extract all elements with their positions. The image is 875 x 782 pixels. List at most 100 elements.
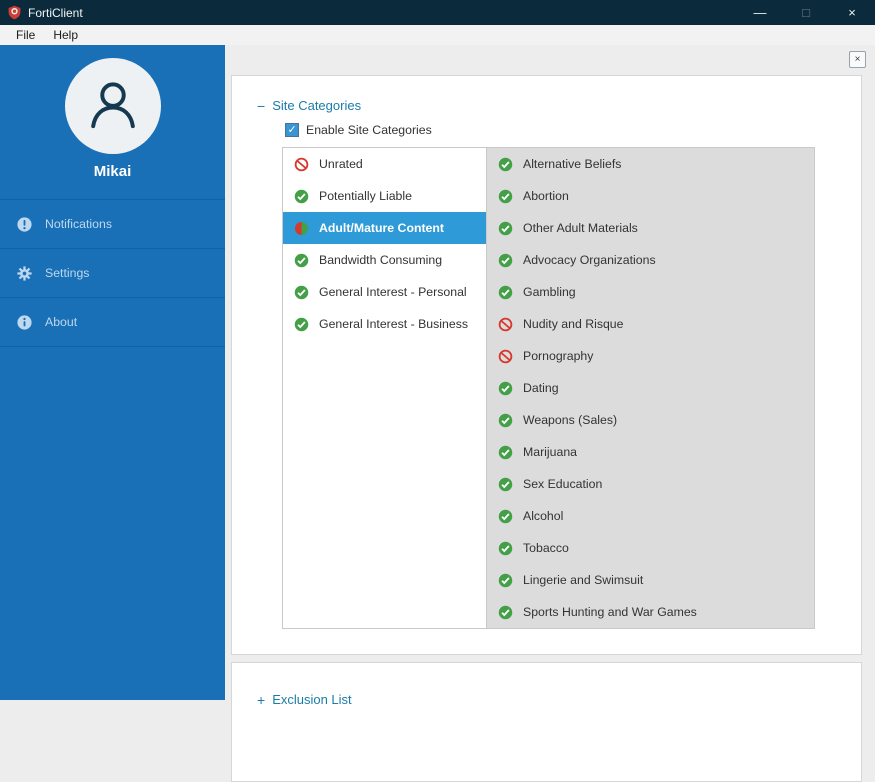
subcategory-item-marijuana[interactable]: Marijuana (487, 436, 814, 468)
subcategory-item-abortion[interactable]: Abortion (487, 180, 814, 212)
close-button[interactable]: × (829, 0, 875, 25)
allowed-icon (294, 285, 309, 300)
row-label: Adult/Mature Content (319, 221, 444, 235)
row-label: Tobacco (523, 541, 569, 555)
sidebar-nav-utility: Notifications Settings About (0, 199, 225, 347)
allowed-icon (498, 381, 513, 396)
allowed-icon (498, 509, 513, 524)
subcategory-item-advocacy-organizations[interactable]: Advocacy Organizations (487, 244, 814, 276)
allowed-icon (498, 541, 513, 556)
row-label: Nudity and Risque (523, 317, 623, 331)
subcategory-item-lingerie-and-swimsuit[interactable]: Lingerie and Swimsuit (487, 564, 814, 596)
exclusion-list-panel: + Exclusion List (231, 662, 862, 782)
avatar (65, 58, 161, 154)
allowed-icon (498, 221, 513, 236)
subcategory-item-sex-education[interactable]: Sex Education (487, 468, 814, 500)
maximize-button[interactable]: □ (783, 0, 829, 25)
site-categories-header: − Site Categories (257, 98, 861, 113)
allowed-icon (498, 189, 513, 204)
allowed-icon (498, 253, 513, 268)
blocked-icon (294, 157, 309, 172)
category-item-general-interest-business[interactable]: General Interest - Business (283, 308, 486, 340)
row-label: Dating (523, 381, 559, 395)
subcategory-item-alcohol[interactable]: Alcohol (487, 500, 814, 532)
minimize-button[interactable]: — (737, 0, 783, 25)
menubar: File Help (0, 25, 875, 45)
row-label: Alcohol (523, 509, 563, 523)
menu-help[interactable]: Help (44, 28, 87, 42)
forticlient-logo-icon (7, 5, 22, 20)
row-label: General Interest - Personal (319, 285, 467, 299)
row-label: Alternative Beliefs (523, 157, 621, 171)
alert-icon (13, 216, 36, 233)
enable-site-categories-checkbox[interactable] (285, 123, 299, 137)
row-label: General Interest - Business (319, 317, 468, 331)
main-content: × − Site Categories Enable Site Categori… (225, 45, 875, 700)
subcategory-item-dating[interactable]: Dating (487, 372, 814, 404)
row-label: Sports Hunting and War Games (523, 605, 697, 619)
allowed-icon (294, 189, 309, 204)
username: Mikai (0, 163, 225, 180)
subcategory-item-pornography[interactable]: Pornography (487, 340, 814, 372)
subcategory-item-nudity-and-risque[interactable]: Nudity and Risque (487, 308, 814, 340)
collapse-icon[interactable]: − (257, 99, 265, 113)
sidebar: Mikai COMPLIANCE & TELEMETRYMALWARE PROT… (0, 45, 225, 700)
row-label: Other Adult Materials (523, 221, 638, 235)
row-label: Weapons (Sales) (523, 413, 617, 427)
row-label: Gambling (523, 285, 576, 299)
window-controls: — □ × (737, 0, 875, 25)
category-item-adult-mature-content[interactable]: Adult/Mature Content (283, 212, 486, 244)
allowed-icon (498, 445, 513, 460)
category-item-general-interest-personal[interactable]: General Interest - Personal (283, 276, 486, 308)
subcategory-list: Alternative Beliefs Abortion Other Adult M… (487, 147, 815, 629)
category-list: Unrated Potentially Liable Adult/Mature Co… (282, 147, 487, 629)
panel-close-button[interactable]: × (849, 51, 866, 68)
sidebar-item-about[interactable]: About (0, 297, 225, 346)
row-label: Abortion (523, 189, 569, 203)
subcategory-item-weapons-sales[interactable]: Weapons (Sales) (487, 404, 814, 436)
sidebar-item-settings[interactable]: Settings (0, 248, 225, 297)
mixed-icon (294, 221, 309, 236)
subcategory-item-alternative-beliefs[interactable]: Alternative Beliefs (487, 148, 814, 180)
row-label: Sex Education (523, 477, 602, 491)
site-categories-title: Site Categories (272, 98, 361, 113)
subcategory-item-gambling[interactable]: Gambling (487, 276, 814, 308)
enable-site-categories-row[interactable]: Enable Site Categories (285, 123, 861, 137)
blocked-icon (498, 349, 513, 364)
sidebar-item-notifications[interactable]: Notifications (0, 199, 225, 248)
window-title: FortiClient (28, 6, 83, 20)
subcategory-item-sports-hunting-and-war-games[interactable]: Sports Hunting and War Games (487, 596, 814, 628)
sidebar-item-label: Settings (45, 266, 89, 280)
menu-file[interactable]: File (7, 28, 44, 42)
row-label: Bandwidth Consuming (319, 253, 442, 267)
category-item-unrated[interactable]: Unrated (283, 148, 486, 180)
row-label: Potentially Liable (319, 189, 412, 203)
row-label: Advocacy Organizations (523, 253, 656, 267)
gear-icon (13, 265, 36, 282)
user-icon (85, 76, 141, 137)
titlebar: FortiClient — □ × (0, 0, 875, 25)
row-label: Pornography (523, 349, 593, 363)
sidebar-item-label: Notifications (45, 217, 112, 231)
subcategory-item-tobacco[interactable]: Tobacco (487, 532, 814, 564)
category-item-bandwidth-consuming[interactable]: Bandwidth Consuming (283, 244, 486, 276)
row-label: Lingerie and Swimsuit (523, 573, 643, 587)
blocked-icon (498, 317, 513, 332)
info-icon (13, 314, 36, 331)
category-item-potentially-liable[interactable]: Potentially Liable (283, 180, 486, 212)
allowed-icon (498, 285, 513, 300)
enable-site-categories-label: Enable Site Categories (306, 123, 432, 137)
site-categories-panel: − Site Categories Enable Site Categories… (231, 75, 862, 655)
allowed-icon (498, 157, 513, 172)
allowed-icon (498, 573, 513, 588)
subcategory-item-other-adult-materials[interactable]: Other Adult Materials (487, 212, 814, 244)
row-label: Unrated (319, 157, 363, 171)
sidebar-item-label: About (45, 315, 77, 329)
row-label: Marijuana (523, 445, 577, 459)
allowed-icon (294, 253, 309, 268)
category-lists: Unrated Potentially Liable Adult/Mature Co… (282, 147, 815, 629)
allowed-icon (498, 477, 513, 492)
allowed-icon (498, 605, 513, 620)
allowed-icon (498, 413, 513, 428)
allowed-icon (294, 317, 309, 332)
